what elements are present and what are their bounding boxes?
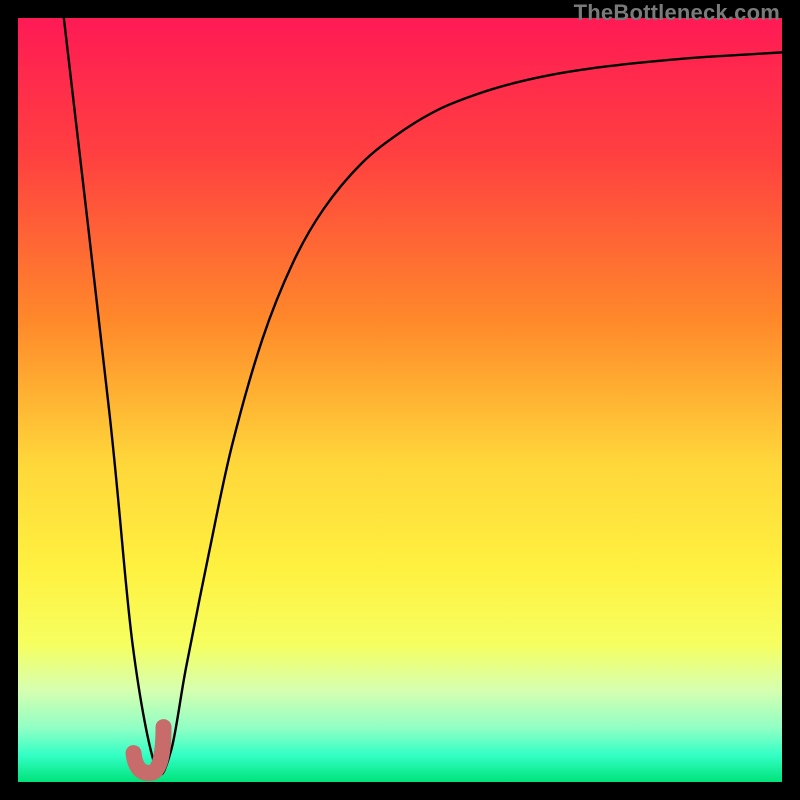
watermark-text: TheBottleneck.com [574, 0, 780, 26]
chart-frame: TheBottleneck.com [0, 0, 800, 800]
plot-area [18, 18, 782, 782]
chart-svg [18, 18, 782, 782]
